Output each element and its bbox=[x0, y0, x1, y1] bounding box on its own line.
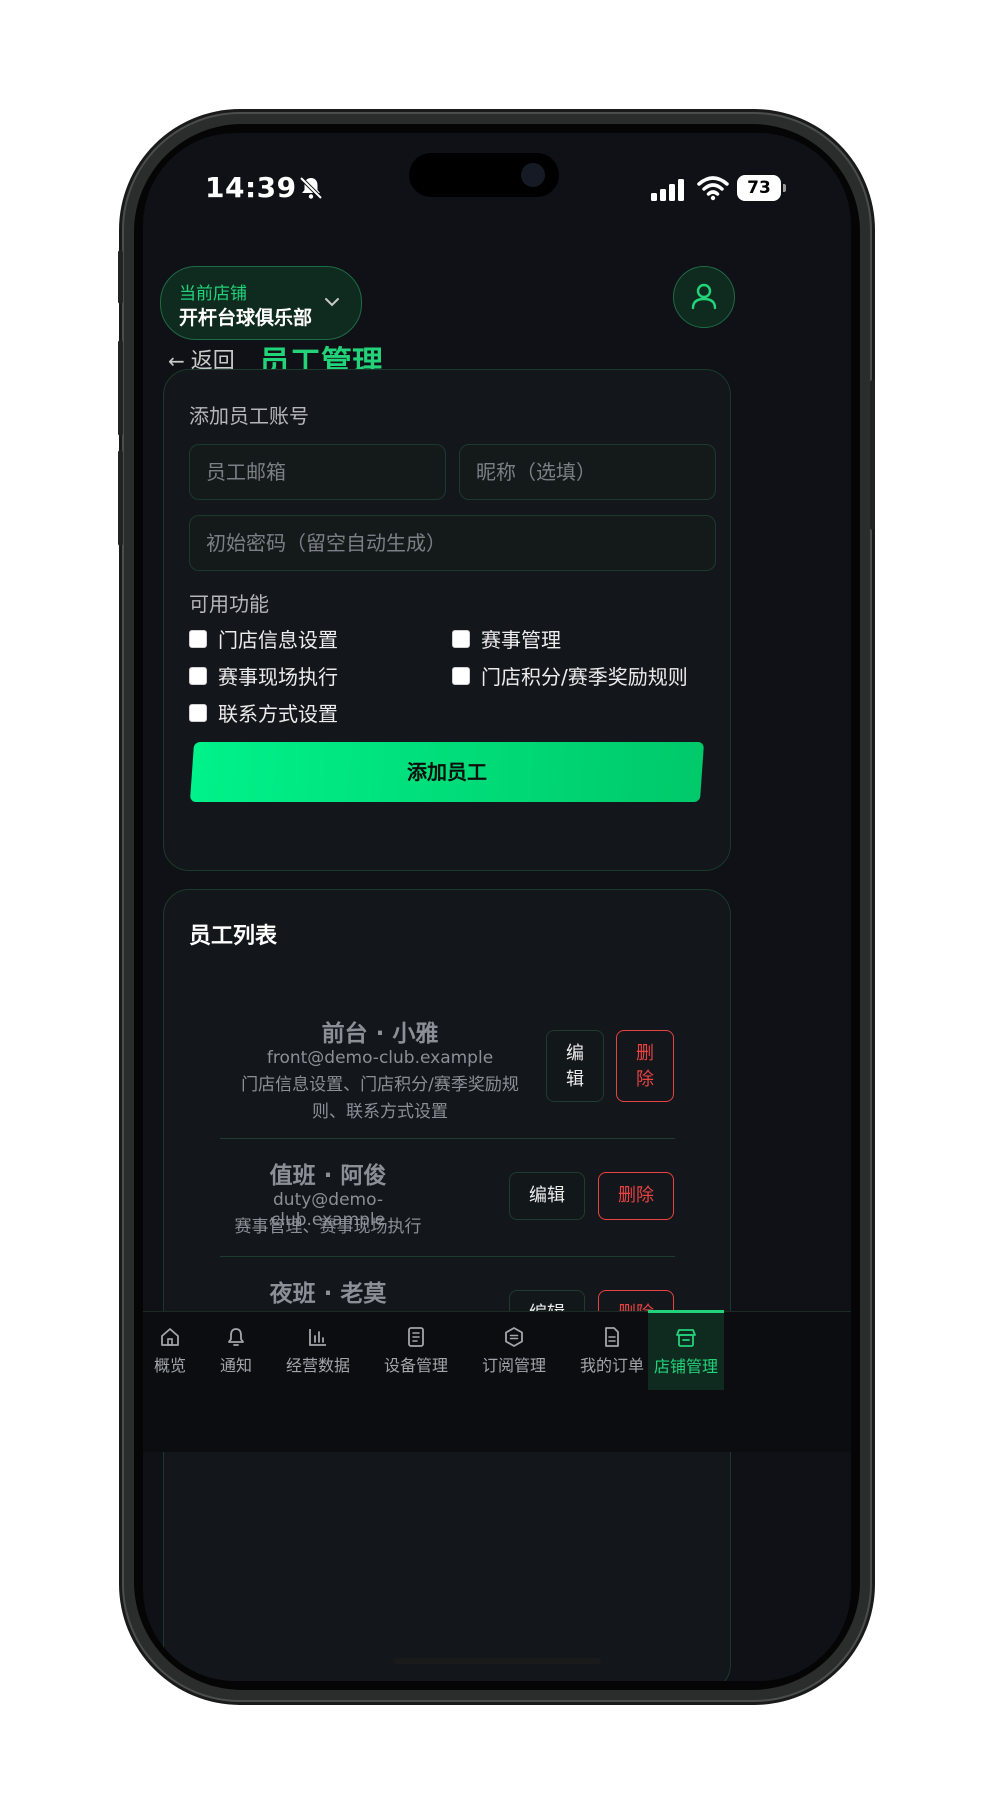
bell-muted-icon bbox=[299, 176, 323, 200]
order-icon bbox=[605, 1327, 619, 1347]
wifi-icon bbox=[697, 176, 729, 201]
feature-store-info-checkbox[interactable]: 门店信息设置 bbox=[189, 624, 338, 653]
home-indicator bbox=[393, 1658, 601, 1664]
divider bbox=[220, 1256, 675, 1257]
add-staff-button[interactable]: 添加员工 bbox=[189, 742, 705, 802]
tab-business-data[interactable]: 经营数据 bbox=[269, 1312, 367, 1376]
list-item: 值班 · 阿俊 duty@demo-club.example 赛事管理、赛事现场… bbox=[220, 1156, 675, 1237]
bottom-tab-bar: 概览 通知 经营数据 设备管理 订阅管理 我的订单 店铺管理 bbox=[143, 1310, 851, 1452]
feature-label: 联系方式设置 bbox=[218, 702, 338, 726]
user-icon bbox=[691, 283, 717, 310]
tab-label: 设备管理 bbox=[383, 1356, 448, 1375]
bar-chart-icon bbox=[309, 1329, 326, 1346]
tab-label: 店铺管理 bbox=[653, 1357, 718, 1376]
staff-list-title: 员工列表 bbox=[189, 924, 278, 949]
feature-label: 赛事管理 bbox=[481, 628, 561, 652]
edit-button[interactable]: 编辑 bbox=[546, 1030, 604, 1102]
device-icon bbox=[408, 1327, 424, 1347]
feature-points-rules-checkbox[interactable]: 门店积分/赛季奖励规则 bbox=[452, 661, 688, 690]
tab-overview[interactable]: 概览 bbox=[143, 1312, 203, 1376]
add-staff-button-label: 添加员工 bbox=[407, 760, 487, 784]
tab-my-orders[interactable]: 我的订单 bbox=[563, 1312, 661, 1376]
cellular-signal-icon bbox=[651, 179, 684, 201]
password-field[interactable]: 初始密码（留空自动生成） bbox=[189, 515, 716, 571]
tab-label: 概览 bbox=[153, 1356, 186, 1375]
chevron-down-icon bbox=[325, 298, 339, 307]
employee-name: 值班 · 阿俊 bbox=[269, 1163, 387, 1189]
employee-permissions: 门店信息设置、门店积分/赛季奖励规则、联系方式设置 bbox=[241, 1075, 519, 1122]
feature-label: 门店积分/赛季奖励规则 bbox=[481, 665, 688, 689]
profile-button[interactable] bbox=[673, 266, 735, 328]
add-staff-card: 添加员工账号 员工邮箱 昵称（选填） 初始密码（留空自动生成） 可用功能 门店信… bbox=[163, 369, 731, 871]
nickname-field[interactable]: 昵称（选填） bbox=[459, 444, 716, 500]
edit-button[interactable]: 编辑 bbox=[509, 1172, 585, 1220]
store-name: 开杆台球俱乐部 bbox=[179, 307, 313, 329]
app-screen: 14:39 73 当前店铺 开杆台球俱乐部 ← 返回 员工管理 添加员工账号 员… bbox=[143, 133, 851, 1681]
store-selector-label: 当前店铺 bbox=[179, 284, 247, 304]
divider bbox=[220, 1138, 675, 1139]
status-time: 14:39 bbox=[205, 171, 297, 204]
side-button-volume-down bbox=[118, 450, 123, 546]
tab-label: 我的订单 bbox=[579, 1356, 644, 1375]
email-field[interactable]: 员工邮箱 bbox=[189, 444, 446, 500]
feature-contact-checkbox[interactable]: 联系方式设置 bbox=[189, 698, 338, 727]
tab-device-management[interactable]: 设备管理 bbox=[367, 1312, 465, 1376]
checkbox[interactable] bbox=[452, 629, 470, 648]
tab-label: 经营数据 bbox=[285, 1356, 350, 1375]
store-icon bbox=[676, 1329, 696, 1347]
checkbox[interactable] bbox=[452, 666, 470, 685]
list-item: 前台 · 小雅 front@demo-club.example 门店信息设置、门… bbox=[220, 1014, 675, 1124]
feature-label: 赛事现场执行 bbox=[218, 665, 338, 689]
home-icon bbox=[161, 1328, 179, 1346]
checkbox[interactable] bbox=[189, 666, 207, 685]
tab-notifications[interactable]: 通知 bbox=[203, 1312, 269, 1376]
side-button-volume-up bbox=[118, 340, 123, 436]
tab-store-management[interactable]: 店铺管理 bbox=[648, 1310, 724, 1390]
employee-name: 夜班 · 老莫 bbox=[269, 1281, 387, 1307]
delete-button[interactable]: 删除 bbox=[616, 1030, 674, 1102]
feature-label: 门店信息设置 bbox=[218, 628, 338, 652]
staff-list-card: 员工列表 前台 · 小雅 front@demo-club.example 门店信… bbox=[163, 889, 731, 1681]
checkbox[interactable] bbox=[189, 703, 207, 722]
side-button-action bbox=[118, 250, 123, 304]
store-selector[interactable]: 当前店铺 开杆台球俱乐部 bbox=[160, 266, 362, 340]
bell-icon bbox=[228, 1328, 244, 1346]
battery-indicator: 73 bbox=[737, 175, 786, 201]
feature-onsite-checkbox[interactable]: 赛事现场执行 bbox=[189, 661, 338, 690]
subscription-icon bbox=[505, 1327, 523, 1347]
side-button-power bbox=[870, 380, 875, 530]
tab-label: 订阅管理 bbox=[481, 1356, 546, 1375]
delete-button[interactable]: 删除 bbox=[598, 1172, 674, 1220]
employee-email: front@demo-club.example bbox=[266, 1048, 494, 1068]
employee-permissions: 赛事管理、赛事现场执行 bbox=[234, 1217, 422, 1237]
employee-name: 前台 · 小雅 bbox=[321, 1021, 439, 1047]
checkbox[interactable] bbox=[189, 629, 207, 648]
tab-subscription-management[interactable]: 订阅管理 bbox=[465, 1312, 563, 1376]
dynamic-island bbox=[409, 153, 559, 197]
tab-label: 通知 bbox=[219, 1356, 252, 1375]
features-label: 可用功能 bbox=[189, 592, 269, 616]
camera-icon bbox=[521, 163, 545, 187]
add-staff-title: 添加员工账号 bbox=[189, 404, 309, 428]
feature-events-checkbox[interactable]: 赛事管理 bbox=[452, 624, 561, 653]
